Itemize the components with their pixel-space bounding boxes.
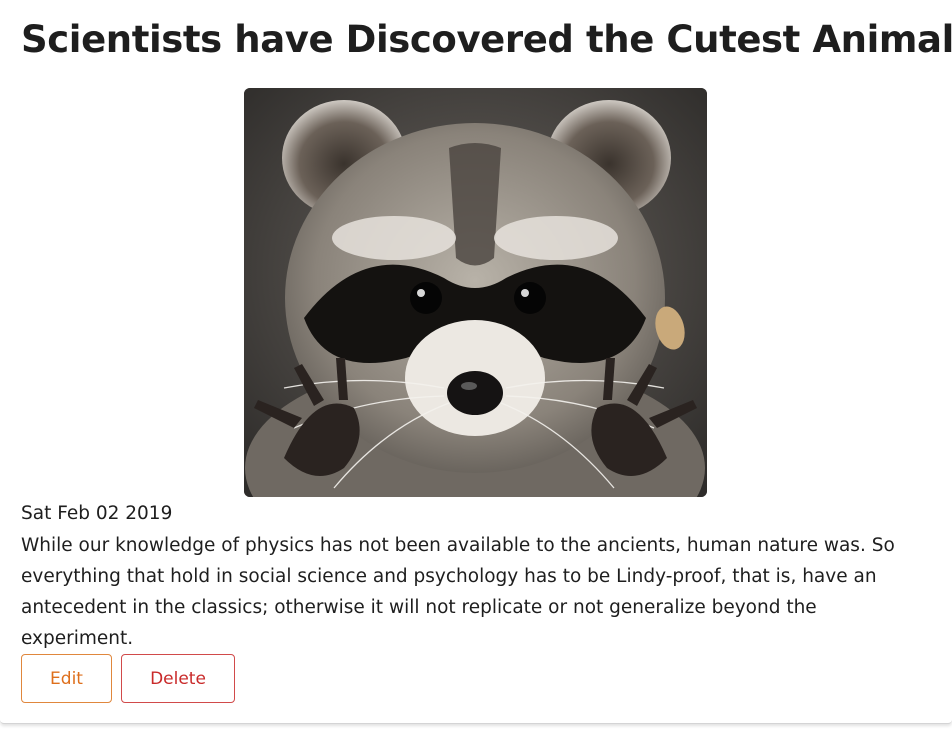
delete-button[interactable]: Delete	[121, 654, 235, 703]
raccoon-image	[244, 88, 707, 497]
article-card: Scientists have Discovered the Cutest An…	[0, 0, 952, 724]
article-title: Scientists have Discovered the Cutest An…	[21, 18, 952, 61]
article-body: While our knowledge of physics has not b…	[21, 535, 895, 649]
edit-button[interactable]: Edit	[21, 654, 112, 703]
article-date: Sat Feb 02 2019	[21, 503, 173, 524]
article-image	[244, 88, 707, 497]
